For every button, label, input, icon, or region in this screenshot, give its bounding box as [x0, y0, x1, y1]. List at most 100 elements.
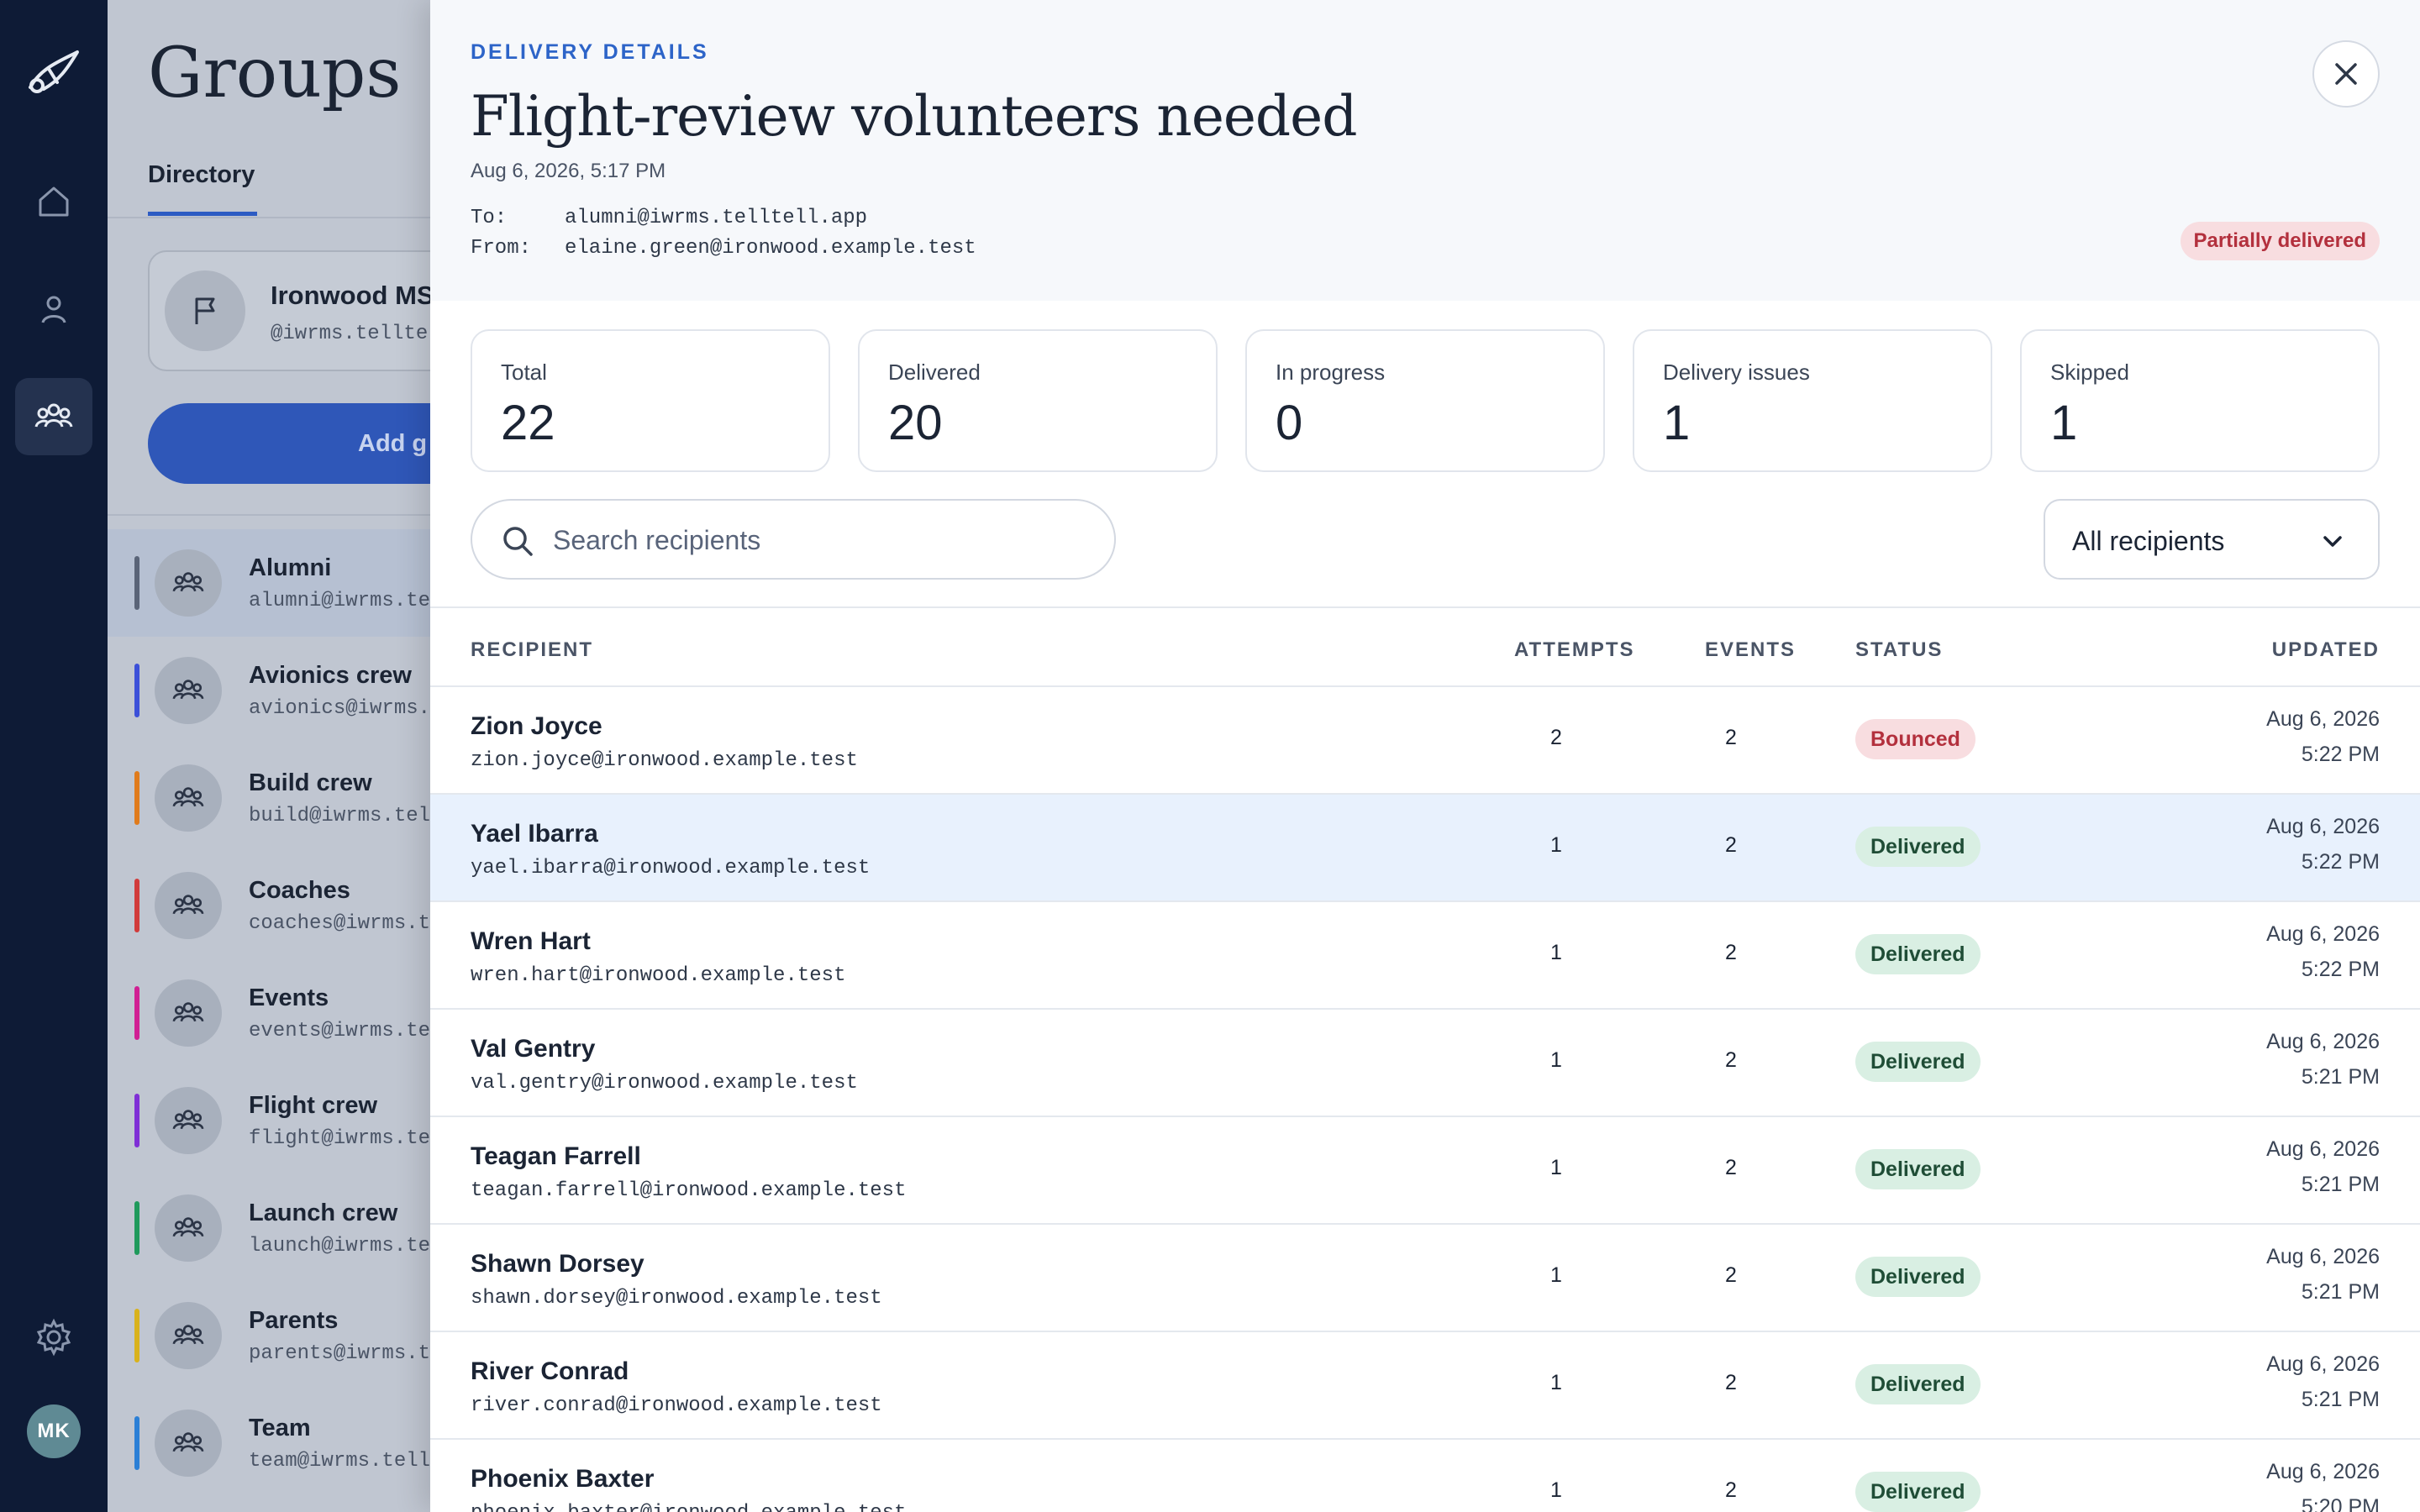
- updated-date: Aug 6, 2026: [2266, 1460, 2380, 1483]
- status-badge: Delivered: [1855, 934, 1981, 974]
- group-item[interactable]: Alumni alumni@iwrms.tel: [108, 529, 444, 637]
- group-icon: [155, 1194, 222, 1262]
- group-name: Launch crew: [249, 1200, 398, 1226]
- rail-people-button[interactable]: [15, 270, 92, 348]
- groups-pane: Groups Directory Ironwood MS @iwrms.tell…: [108, 0, 444, 1512]
- table-row[interactable]: Val Gentry val.gentry@ironwood.example.te…: [430, 1010, 2420, 1117]
- updated-date: Aug 6, 2026: [2266, 1030, 2380, 1053]
- updated-date: Aug 6, 2026: [2266, 922, 2380, 946]
- add-group-button[interactable]: Add g: [148, 403, 444, 484]
- group-item[interactable]: Coaches coaches@iwrms.te: [108, 852, 444, 959]
- group-email: parents@iwrms.te: [249, 1342, 443, 1365]
- events-count: 2: [1725, 1156, 1737, 1179]
- status-badge: Delivered: [1855, 1364, 1981, 1404]
- status-badge: Delivered: [1855, 1472, 1981, 1512]
- table-row[interactable]: Teagan Farrell teagan.farrell@ironwood.ex…: [430, 1117, 2420, 1225]
- stat-card: Delivery issues 1: [1633, 329, 1992, 472]
- table-row[interactable]: Zion Joyce zion.joyce@ironwood.example.te…: [430, 687, 2420, 795]
- events-count: 2: [1725, 1048, 1737, 1072]
- to-label: To:: [471, 207, 508, 229]
- recipient-name: Wren Hart: [471, 927, 591, 955]
- updated-time: 5:22 PM: [2301, 743, 2380, 766]
- tab-directory[interactable]: Directory: [148, 161, 255, 189]
- updated-date: Aug 6, 2026: [2266, 815, 2380, 838]
- attempts-count: 1: [1550, 1478, 1562, 1502]
- col-attempts[interactable]: ATTEMPTS: [1514, 638, 1635, 662]
- col-status[interactable]: STATUS: [1855, 638, 1943, 662]
- group-name: Parents: [249, 1307, 339, 1334]
- updated-date: Aug 6, 2026: [2266, 1137, 2380, 1161]
- group-email: launch@iwrms.te: [249, 1235, 431, 1257]
- group-email: events@iwrms.te: [249, 1020, 431, 1042]
- table-row[interactable]: Phoenix Baxter phoenix.baxter@ironwood.ex…: [430, 1440, 2420, 1512]
- stat-value: 20: [888, 396, 943, 450]
- group-icon: [155, 1410, 222, 1477]
- recipient-email: val.gentry@ironwood.example.test: [471, 1072, 858, 1095]
- col-recipient[interactable]: RECIPIENT: [471, 638, 593, 662]
- recipient-filter-select[interactable]: All recipients: [2044, 499, 2380, 580]
- stat-label: Delivery issues: [1663, 360, 1810, 385]
- recipient-name: Teagan Farrell: [471, 1142, 641, 1170]
- group-item[interactable]: Avionics crew avionics@iwrms.: [108, 637, 444, 744]
- group-email: avionics@iwrms.: [249, 697, 431, 720]
- recipient-name: Val Gentry: [471, 1035, 596, 1063]
- close-button[interactable]: [2312, 40, 2380, 108]
- group-item[interactable]: Launch crew launch@iwrms.te: [108, 1174, 444, 1282]
- stat-label: Delivered: [888, 360, 981, 385]
- group-name: Events: [249, 984, 329, 1011]
- stat-card: Total 22: [471, 329, 830, 472]
- updated-time: 5:22 PM: [2301, 958, 2380, 981]
- updated-time: 5:22 PM: [2301, 850, 2380, 874]
- table-row[interactable]: River Conrad river.conrad@ironwood.exampl…: [430, 1332, 2420, 1440]
- status-badge: Bounced: [1855, 719, 1975, 759]
- search-input[interactable]: [553, 519, 1091, 561]
- updated-time: 5:21 PM: [2301, 1173, 2380, 1196]
- recipient-name: River Conrad: [471, 1357, 629, 1385]
- table-row[interactable]: Yael Ibarra yael.ibarra@ironwood.example.…: [430, 795, 2420, 902]
- add-group-label: Add g: [358, 429, 428, 457]
- app-rail: MK: [0, 0, 108, 1512]
- table-row[interactable]: Wren Hart wren.hart@ironwood.example.test…: [430, 902, 2420, 1010]
- stat-value: 22: [501, 396, 555, 450]
- updated-date: Aug 6, 2026: [2266, 707, 2380, 731]
- updated-time: 5:21 PM: [2301, 1280, 2380, 1304]
- group-item[interactable]: Team team@iwrms.tell: [108, 1389, 444, 1497]
- rail-home-button[interactable]: [15, 163, 92, 240]
- org-name: Ironwood MS: [271, 281, 434, 310]
- home-icon: [39, 186, 69, 217]
- group-icon: [155, 657, 222, 724]
- rail-groups-button[interactable]: [15, 378, 92, 455]
- org-handle: @iwrms.tellte: [271, 323, 429, 345]
- group-icon: [155, 764, 222, 832]
- stat-value: 1: [1663, 396, 1691, 450]
- user-avatar[interactable]: MK: [27, 1404, 81, 1458]
- group-color-bar: [134, 771, 139, 825]
- col-updated[interactable]: UPDATED: [2272, 638, 2380, 662]
- recipient-email: teagan.farrell@ironwood.example.test: [471, 1179, 907, 1202]
- close-icon: [2335, 63, 2357, 85]
- status-badge: Delivered: [1855, 827, 1981, 867]
- attempts-count: 1: [1550, 833, 1562, 857]
- group-name: Build crew: [249, 769, 372, 796]
- rail-settings-button[interactable]: [15, 1299, 92, 1376]
- group-email: coaches@iwrms.te: [249, 912, 443, 935]
- org-card[interactable]: Ironwood MS @iwrms.tellte: [148, 250, 444, 371]
- attempts-count: 1: [1550, 941, 1562, 964]
- group-item[interactable]: Parents parents@iwrms.te: [108, 1282, 444, 1389]
- search-icon: [503, 527, 533, 556]
- app-logo-icon[interactable]: [24, 44, 84, 104]
- search-box[interactable]: [471, 499, 1116, 580]
- stat-card: Skipped 1: [2020, 329, 2380, 472]
- page-title: Groups: [148, 34, 402, 113]
- group-item[interactable]: Build crew build@iwrms.tel: [108, 744, 444, 852]
- recipient-email: zion.joyce@ironwood.example.test: [471, 749, 858, 772]
- from-address: elaine.green@ironwood.example.test: [565, 237, 976, 260]
- table-row[interactable]: Shawn Dorsey shawn.dorsey@ironwood.exampl…: [430, 1225, 2420, 1332]
- stat-value: 1: [2050, 396, 2078, 450]
- updated-date: Aug 6, 2026: [2266, 1352, 2380, 1376]
- attempts-count: 1: [1550, 1156, 1562, 1179]
- group-item[interactable]: Flight crew flight@iwrms.te: [108, 1067, 444, 1174]
- group-color-bar: [134, 1201, 139, 1255]
- col-events[interactable]: EVENTS: [1705, 638, 1796, 662]
- group-item[interactable]: Events events@iwrms.te: [108, 959, 444, 1067]
